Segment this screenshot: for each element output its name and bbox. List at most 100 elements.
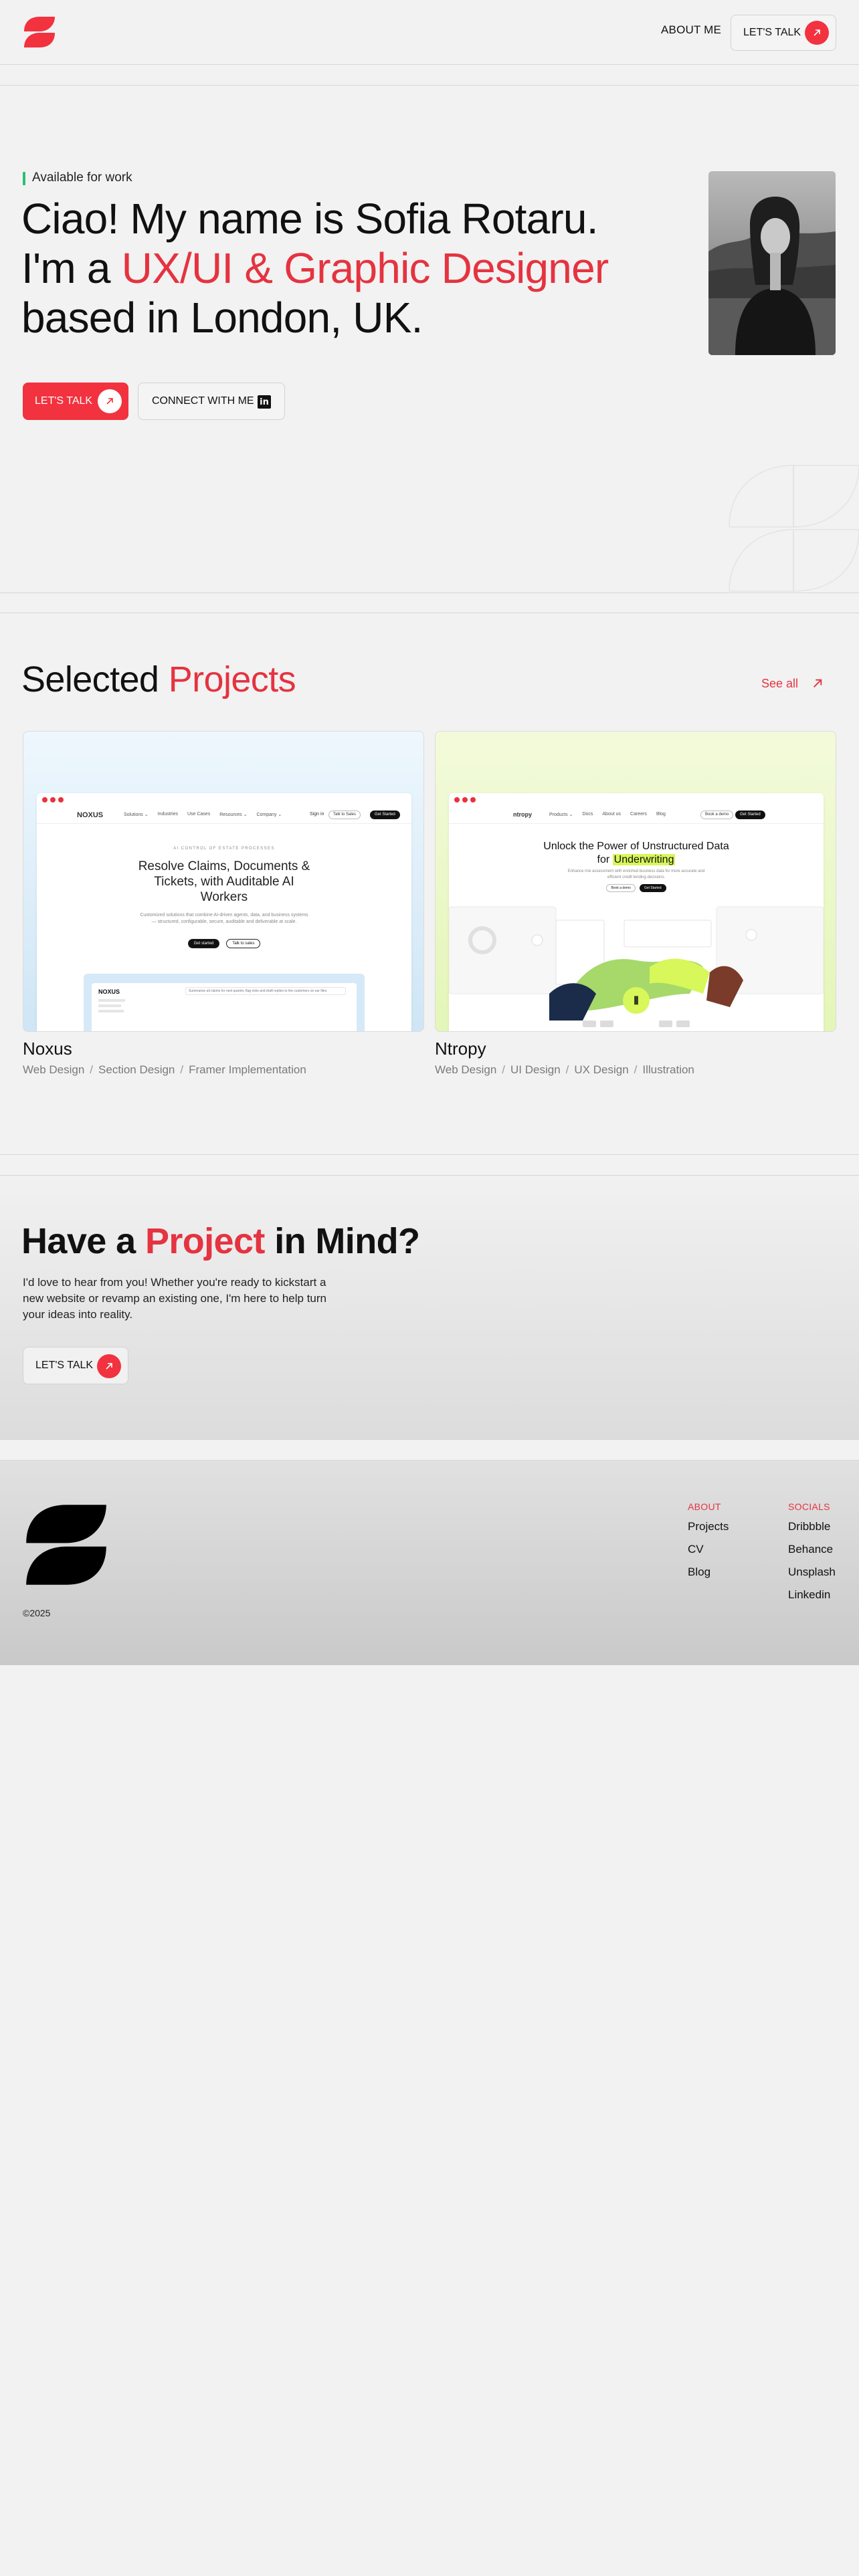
arrow-up-right-icon [98, 389, 122, 413]
preview-btn: Get Started [639, 884, 666, 892]
preview-links: Products ⌄ Docs About us Careers Blog [549, 812, 666, 817]
window-controls [42, 797, 64, 802]
divider [0, 1154, 859, 1155]
preview-nav: ntropy Products ⌄ Docs About us Careers … [449, 807, 824, 824]
copyright: ©2025 [23, 1608, 51, 1618]
project-title-ntropy[interactable]: Ntropy [435, 1039, 486, 1059]
cta-text: I'd love to hear from you! Whether you'r… [23, 1276, 326, 1321]
footer-socials-column: SOCIALS Dribbble Behance Unsplash Linked… [788, 1501, 836, 1611]
preview-btn: Book a demo [606, 884, 636, 892]
preview-eyebrow: AI CONTROL OF ESTATE PROCESSES [173, 847, 275, 851]
preview-link: Industries [157, 812, 178, 817]
project-tag: UX Design [574, 1063, 629, 1076]
cta-title-accent: Project [145, 1221, 265, 1261]
footer-link-linkedin[interactable]: Linkedin [788, 1588, 836, 1602]
hero-role: UX/UI & Graphic Designer [121, 244, 609, 292]
preview-brand: ntropy [513, 811, 532, 818]
site-footer [0, 1460, 859, 1665]
footer-link-projects[interactable]: Projects [688, 1520, 729, 1533]
preview-panel-input: Summarise all claims for next quarter, f… [185, 987, 346, 995]
hero-line-2-prefix: I'm a [21, 244, 122, 292]
site-header: ABOUT ME LET'S TALK [0, 0, 859, 64]
cta-lets-talk-button[interactable]: LET'S TALK [23, 1347, 128, 1384]
preview-headline-line-1: Unlock the Power of Unstructured Data [543, 841, 729, 852]
divider [0, 1439, 859, 1440]
background-logo-watermark [729, 465, 859, 592]
divider [0, 1175, 859, 1176]
preview-illustration: ⫴ [449, 906, 824, 1027]
preview-app-inner: NOXUS Summarise all claims for next quar… [92, 983, 357, 1031]
linkedin-icon: in [258, 395, 271, 409]
logo[interactable] [23, 16, 56, 48]
project-tag: Web Design [435, 1063, 497, 1076]
nav-about-me[interactable]: ABOUT ME [661, 23, 721, 37]
project-tags-ntropy: Web Design / UI Design / UX Design / Illustrat… [435, 1063, 694, 1076]
preview-get-started: Get Started [370, 811, 400, 819]
cta-title: Have a Project in Mind? [21, 1220, 420, 1262]
project-tag: Section Design [98, 1063, 175, 1076]
footer-socials-heading: SOCIALS [788, 1501, 830, 1512]
preview-panel-brand: NOXUS [98, 988, 120, 995]
preview-headline-line-2: for [597, 854, 613, 865]
preview-link: Docs [582, 812, 593, 817]
hero-title: Ciao! My name is Sofia Rotaru. I'm a UX/… [21, 194, 637, 342]
svg-text:⫴: ⫴ [634, 996, 639, 1007]
preview-app-panel: NOXUS Summarise all claims for next quar… [84, 974, 365, 1031]
project-tag: Illustration [642, 1063, 694, 1076]
arrow-up-right-icon[interactable] [812, 678, 823, 689]
projects-title-prefix: Selected [21, 659, 169, 700]
preview-btn: Talk to sales [226, 939, 261, 948]
preview-headline: Unlock the Power of Unstructured Data fo… [449, 840, 824, 867]
footer-about-column: ABOUT Projects CV Blog [688, 1501, 729, 1588]
profile-photo [708, 171, 836, 355]
availability-status: Available for work [23, 171, 132, 185]
footer-link-unsplash[interactable]: Unsplash [788, 1566, 836, 1579]
preview-link: About us [602, 812, 622, 817]
window-controls [454, 797, 476, 802]
preview-get-started: Get Started [735, 811, 765, 819]
divider [0, 64, 859, 65]
project-tags-noxus: Web Design / Section Design / Framer Impleme… [23, 1063, 306, 1076]
projects-title: Selected Projects [21, 659, 296, 700]
preview-buttons: Get started Talk to sales [37, 939, 411, 948]
hero-lets-talk-button[interactable]: LET'S TALK [23, 383, 128, 420]
projects-title-accent: Projects [168, 659, 296, 700]
preview-link: Products ⌄ [549, 813, 573, 817]
project-card-noxus[interactable]: NOXUS Solutions ⌄ Industries Use Cases R… [23, 731, 424, 1032]
cta-title-suffix: in Mind? [264, 1221, 420, 1261]
preview-links: Solutions ⌄ Industries Use Cases Resourc… [124, 812, 282, 817]
project-card-ntropy[interactable]: ntropy Products ⌄ Docs About us Careers … [435, 731, 836, 1032]
preview-book-demo: Book a demo [700, 811, 734, 819]
connect-linkedin-button[interactable]: CONNECT WITH ME in [138, 383, 285, 420]
hero-line-1: Ciao! My name is Sofia Rotaru. [21, 195, 599, 243]
footer-link-behance[interactable]: Behance [788, 1543, 836, 1556]
footer-about-heading: ABOUT [688, 1501, 721, 1512]
header-lets-talk-button[interactable]: LET'S TALK [731, 15, 836, 51]
preview-body: Customized solutions that combine AI-dri… [140, 913, 308, 924]
cta-title-prefix: Have a [21, 1221, 145, 1261]
footer-link-blog[interactable]: Blog [688, 1566, 729, 1579]
project-tag: UI Design [510, 1063, 561, 1076]
cta-lets-talk-label: LET'S TALK [35, 1360, 94, 1371]
project-tag: Framer Implementation [189, 1063, 306, 1076]
preview-link: Use Cases [187, 812, 211, 817]
project-title-noxus[interactable]: Noxus [23, 1039, 72, 1059]
preview-nav: NOXUS Solutions ⌄ Industries Use Cases R… [37, 807, 411, 824]
footer-link-dribbble[interactable]: Dribbble [788, 1520, 836, 1533]
see-all-link[interactable]: See all [761, 677, 798, 691]
preview-link: Resources ⌄ [219, 813, 248, 817]
footer-link-cv[interactable]: CV [688, 1543, 729, 1556]
hero-lets-talk-label: LET'S TALK [35, 395, 93, 407]
preview-link: Company ⌄ [256, 813, 282, 817]
arrow-up-right-icon [805, 21, 829, 45]
connect-label: CONNECT WITH ME [152, 395, 254, 407]
divider [0, 85, 859, 86]
noxus-preview: NOXUS Solutions ⌄ Industries Use Cases R… [37, 793, 411, 1031]
preview-link: Careers [630, 812, 647, 817]
preview-brand: NOXUS [77, 811, 104, 819]
footer-logo[interactable] [23, 1501, 110, 1589]
preview-link: Solutions ⌄ [124, 813, 149, 817]
hero-line-3: based in London, UK. [21, 294, 423, 342]
project-tag: Web Design [23, 1063, 85, 1076]
header-lets-talk-label: LET'S TALK [743, 27, 801, 38]
